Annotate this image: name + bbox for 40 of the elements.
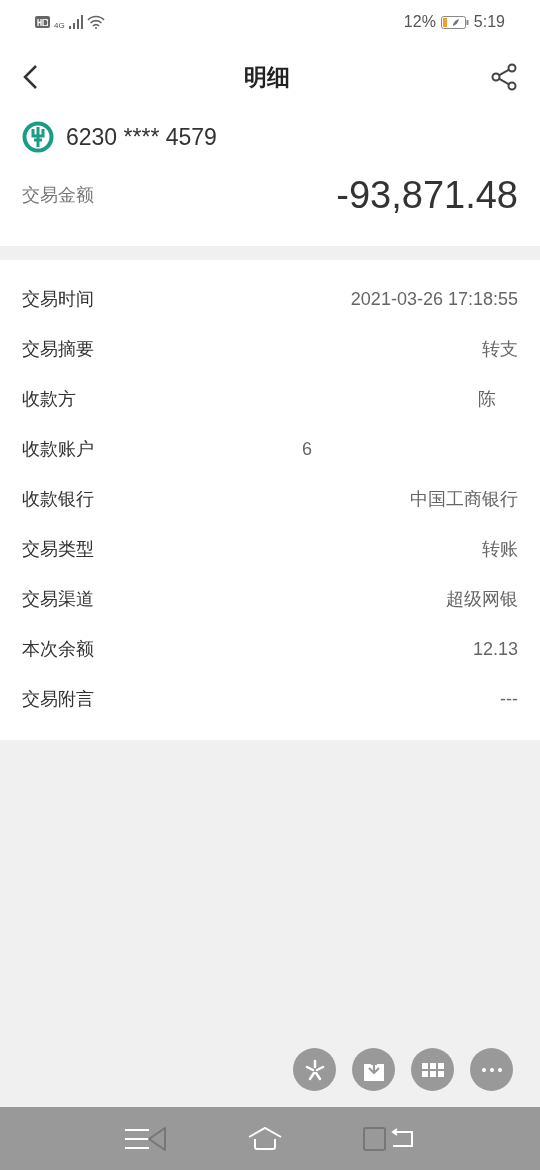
- amount-label: 交易金额: [22, 183, 94, 207]
- detail-label: 交易类型: [22, 538, 95, 561]
- sparkle-icon: [303, 1058, 326, 1081]
- sparkle-button[interactable]: [293, 1048, 336, 1091]
- detail-label: 收款方: [22, 388, 77, 411]
- clock-time: 5:19: [473, 12, 505, 32]
- more-button[interactable]: [470, 1048, 513, 1091]
- network-type: 4G: [54, 20, 65, 32]
- back-nav-button[interactable]: [123, 1124, 167, 1153]
- detail-label: 交易附言: [22, 688, 95, 711]
- detail-label: 交易渠道: [22, 588, 95, 611]
- detail-label: 交易摘要: [22, 338, 95, 361]
- detail-value: 2021-03-26 17:18:55: [350, 288, 518, 311]
- detail-label: 交易时间: [22, 288, 95, 311]
- detail-label: 收款账户: [22, 438, 95, 461]
- page-title: 明细: [244, 62, 290, 92]
- more-icon: [481, 1067, 502, 1072]
- detail-value: 陈: [478, 388, 496, 411]
- grid-icon: [421, 1062, 444, 1077]
- detail-value: 12.13: [472, 638, 518, 661]
- download-button[interactable]: [352, 1048, 395, 1091]
- detail-label: 本次余额: [22, 638, 95, 661]
- bank-logo-icon: [22, 121, 54, 154]
- transaction-amount: -93,871.48: [336, 172, 518, 218]
- detail-value: 6: [302, 439, 312, 459]
- detail-value: 转支: [482, 338, 518, 361]
- card-number: 6230 **** 4579: [66, 123, 217, 152]
- detail-label: 收款银行: [22, 488, 95, 511]
- detail-value: 中国工商银行: [410, 488, 518, 511]
- grid-button[interactable]: [411, 1048, 454, 1091]
- detail-value: 转账: [482, 538, 518, 561]
- share-button[interactable]: [490, 63, 518, 91]
- detail-value: ---: [500, 688, 518, 711]
- detail-value: 超级网银: [446, 588, 518, 611]
- home-button[interactable]: [247, 1124, 283, 1153]
- hd-icon: [35, 16, 50, 28]
- signal-icon: [68, 15, 83, 29]
- battery-percent: 12%: [403, 12, 436, 32]
- wifi-icon: [86, 15, 105, 29]
- battery-icon: [440, 15, 469, 29]
